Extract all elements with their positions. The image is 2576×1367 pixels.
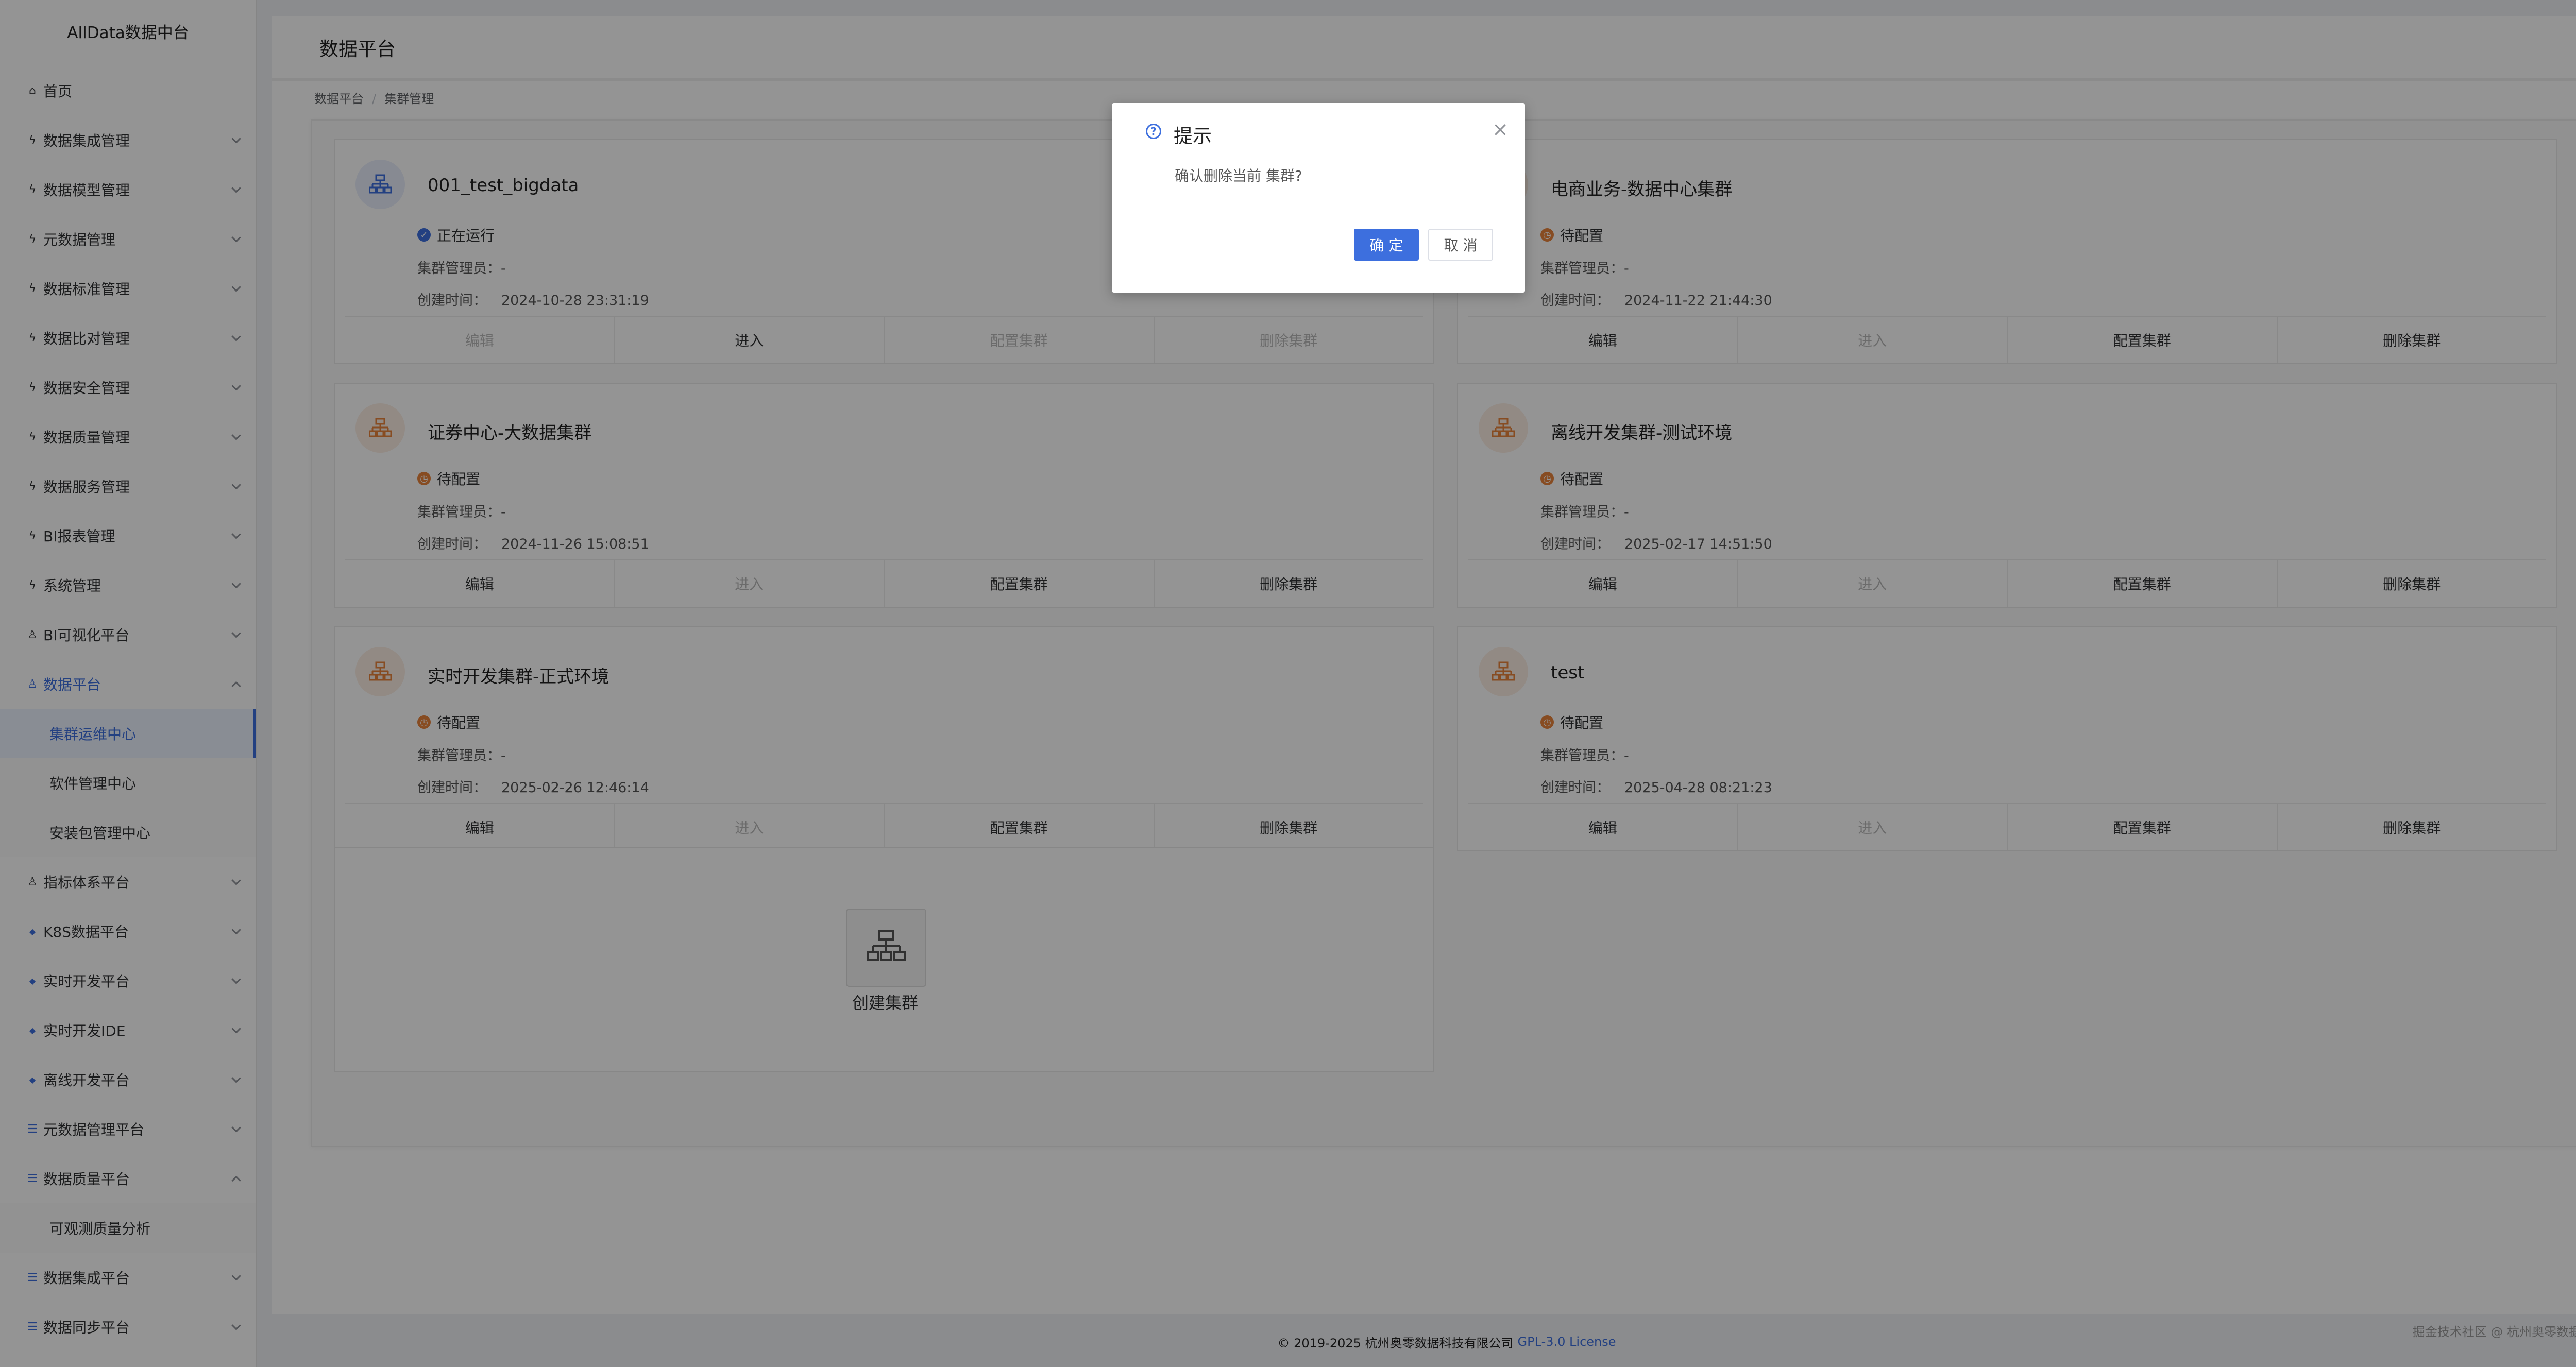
confirm-button[interactable]: 确 定 — [1354, 229, 1419, 261]
question-icon: ? — [1146, 124, 1161, 139]
dialog-title: 提示 — [1174, 125, 1212, 147]
close-icon[interactable]: × — [1492, 119, 1509, 139]
cancel-button[interactable]: 取 消 — [1428, 229, 1493, 261]
confirm-dialog: ? 提示 × 确认删除当前 集群? 确 定 取 消 — [1112, 103, 1525, 293]
dialog-message: 确认删除当前 集群? — [1175, 167, 1302, 184]
